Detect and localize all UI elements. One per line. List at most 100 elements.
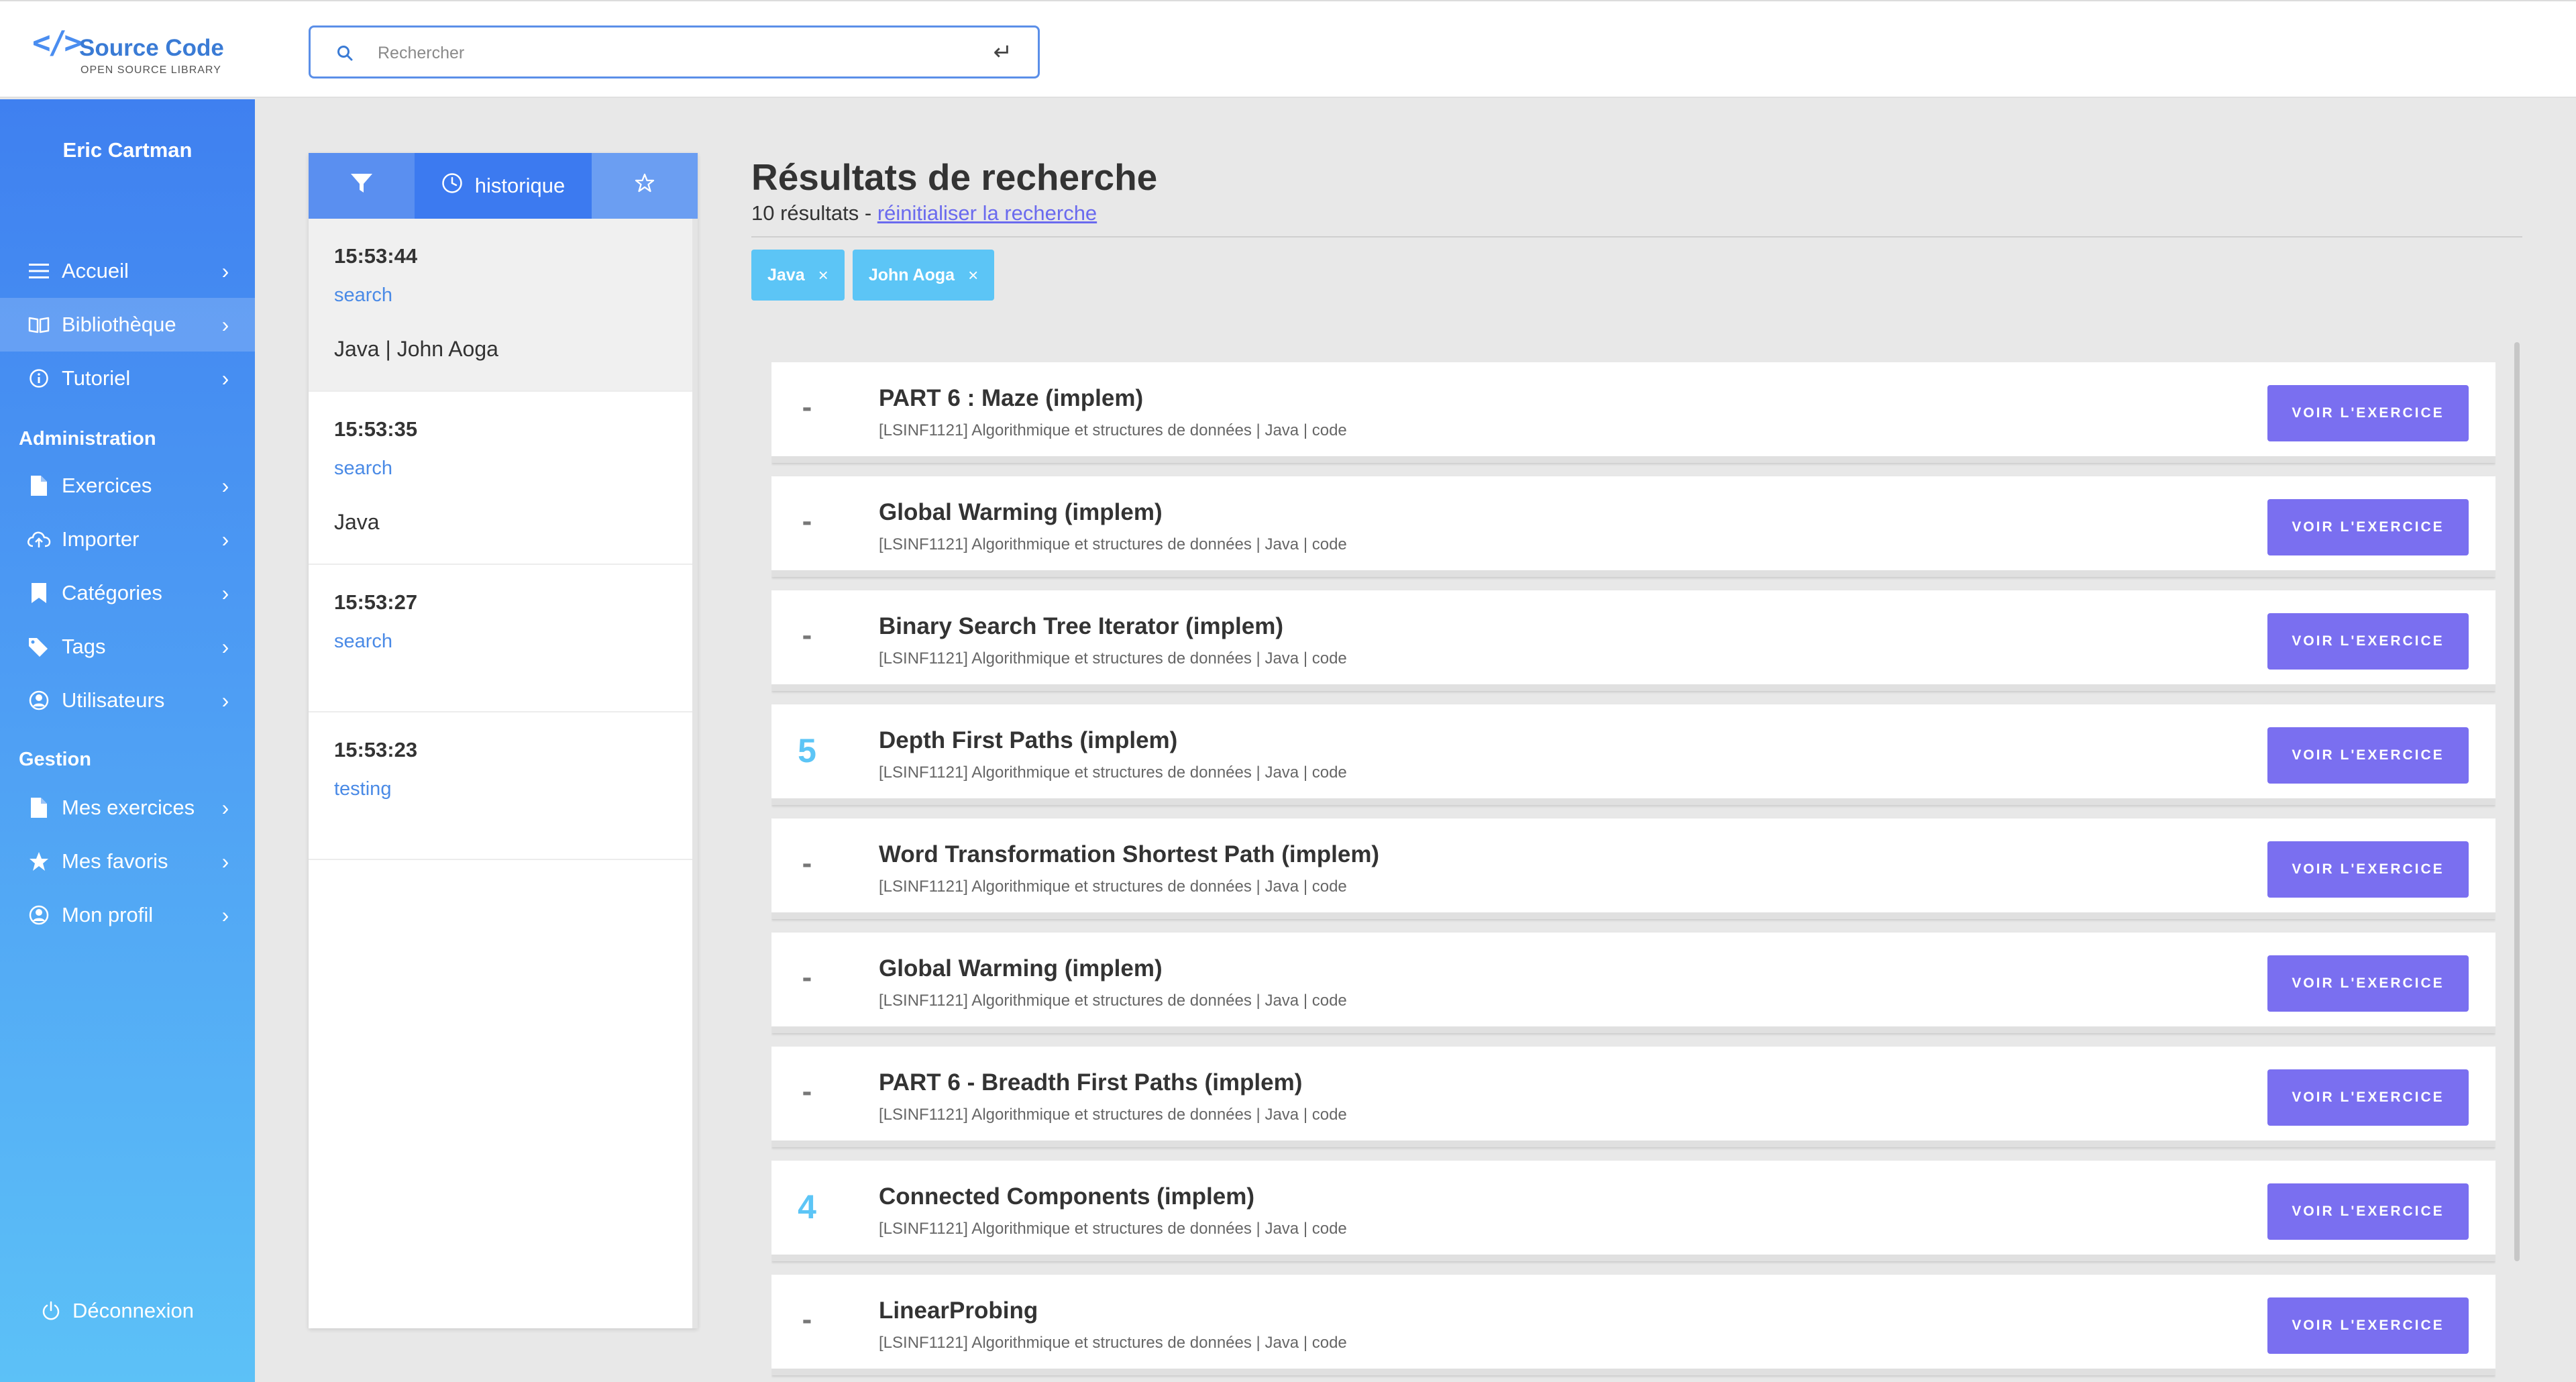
result-title: Global Warming (implem) (879, 499, 1163, 525)
sidebar-item-importer[interactable]: Importer › (0, 513, 255, 566)
sidebar-item-tags[interactable]: Tags › (0, 620, 255, 674)
sidebar-item-mes-favoris[interactable]: Mes favoris › (0, 835, 255, 888)
tab-historique[interactable]: historique (415, 153, 592, 219)
history-time: 15:53:23 (334, 738, 418, 761)
history-list: 15:53:44 search Java | John Aoga 15:53:3… (309, 219, 692, 860)
chevron-right-icon: › (221, 849, 229, 873)
sidebar-item-label: Mon profil (62, 903, 154, 926)
clock-icon (441, 172, 463, 199)
view-exercise-button[interactable]: VOIR L'EXERCICE (2267, 955, 2469, 1012)
result-meta: [LSINF1121] Algorithmique et structures … (879, 1334, 1347, 1352)
user-circle-icon (27, 903, 51, 927)
power-icon (39, 1299, 63, 1323)
close-icon[interactable]: × (818, 265, 828, 286)
chevron-right-icon: › (221, 902, 229, 927)
filter-icon (350, 172, 373, 199)
history-entry[interactable]: 15:53:44 search Java | John Aoga (309, 219, 692, 392)
results-count: 10 résultats - réinitialiser la recherch… (751, 201, 1097, 225)
history-time: 15:53:44 (334, 244, 418, 268)
result-meta: [LSINF1121] Algorithmique et structures … (879, 649, 1347, 668)
result-meta: [LSINF1121] Algorithmique et structures … (879, 421, 1347, 439)
chevron-right-icon: › (221, 527, 229, 551)
bookmark-icon (27, 581, 51, 605)
result-score: - (802, 1075, 812, 1108)
view-exercise-button[interactable]: VOIR L'EXERCICE (2267, 613, 2469, 670)
top-bar: </> Source Code OPEN SOURCE LIBRARY ↵ (0, 0, 2576, 98)
history-entry[interactable]: 15:53:23 testing (309, 712, 692, 860)
file-icon (27, 796, 51, 820)
filter-chip[interactable]: John Aoga × (852, 250, 995, 301)
results-scrollbar[interactable] (2514, 342, 2520, 1261)
view-exercise-button[interactable]: VOIR L'EXERCICE (2267, 499, 2469, 555)
chevron-right-icon: › (221, 312, 229, 337)
sidebar-item-categories[interactable]: Catégories › (0, 566, 255, 620)
menu-icon (27, 259, 51, 283)
chevron-right-icon: › (221, 473, 229, 498)
sidebar-item-mon-profil[interactable]: Mon profil › (0, 888, 255, 942)
user-circle-icon (27, 688, 51, 712)
sidebar: Eric Cartman Accueil › Bibliothèque › Tu… (0, 99, 255, 1382)
view-exercise-button[interactable]: VOIR L'EXERCICE (2267, 841, 2469, 898)
sidebar-item-tutoriel[interactable]: Tutoriel › (0, 352, 255, 405)
chevron-right-icon: › (221, 366, 229, 390)
result-card: - Binary Search Tree Iterator (implem) [… (771, 590, 2496, 691)
sidebar-item-utilisateurs[interactable]: Utilisateurs › (0, 674, 255, 727)
book-icon (27, 313, 51, 337)
view-exercise-button[interactable]: VOIR L'EXERCICE (2267, 385, 2469, 441)
history-entry[interactable]: 15:53:27 search (309, 565, 692, 712)
result-title: Binary Search Tree Iterator (implem) (879, 613, 1283, 639)
sidebar-item-bibliotheque[interactable]: Bibliothèque › (0, 298, 255, 352)
view-exercise-button[interactable]: VOIR L'EXERCICE (2267, 727, 2469, 784)
logout-button[interactable]: Déconnexion (39, 1299, 194, 1323)
section-title-administration: Administration (19, 428, 156, 449)
sidebar-item-accueil[interactable]: Accueil › (0, 244, 255, 298)
sidebar-item-label: Mes exercices (62, 796, 195, 819)
filter-chips: Java × John Aoga × (751, 250, 1002, 301)
logo[interactable]: </> Source Code OPEN SOURCE LIBRARY (32, 24, 233, 78)
page-title: Résultats de recherche (751, 156, 1158, 198)
result-title: PART 6 : Maze (implem) (879, 385, 1144, 411)
chip-label: Java (767, 265, 805, 284)
app-title: Source Code (79, 35, 224, 61)
search-input[interactable] (378, 40, 941, 66)
result-title: LinearProbing (879, 1297, 1038, 1324)
history-time: 15:53:35 (334, 417, 418, 441)
view-exercise-button[interactable]: VOIR L'EXERCICE (2267, 1069, 2469, 1126)
cloud-upload-icon (27, 527, 51, 551)
result-card: - Word Transformation Shortest Path (imp… (771, 818, 2496, 919)
app-subtitle: OPEN SOURCE LIBRARY (80, 64, 221, 76)
result-score: - (802, 1303, 812, 1336)
tab-filter[interactable] (309, 153, 415, 219)
result-meta: [LSINF1121] Algorithmique et structures … (879, 763, 1347, 782)
tab-favorites[interactable] (592, 153, 698, 219)
results-list: - PART 6 : Maze (implem) [LSINF1121] Alg… (771, 362, 2496, 1382)
result-meta: [LSINF1121] Algorithmique et structures … (879, 1106, 1347, 1124)
star-icon (27, 849, 51, 873)
enter-icon[interactable]: ↵ (994, 41, 1013, 64)
result-meta: [LSINF1121] Algorithmique et structures … (879, 878, 1347, 896)
result-score: - (802, 847, 812, 880)
reset-search-link[interactable]: réinitialiser la recherche (877, 201, 1097, 225)
filter-chip[interactable]: Java × (751, 250, 845, 301)
sidebar-item-label: Accueil (62, 259, 129, 282)
result-title: Word Transformation Shortest Path (imple… (879, 841, 1380, 867)
result-title: Connected Components (implem) (879, 1183, 1255, 1210)
chevron-right-icon: › (221, 688, 229, 712)
history-type: search (334, 458, 393, 479)
history-scrollbar[interactable] (692, 219, 698, 1328)
sidebar-item-exercices[interactable]: Exercices › (0, 459, 255, 513)
history-entry[interactable]: 15:53:35 search Java (309, 392, 692, 565)
view-exercise-button[interactable]: VOIR L'EXERCICE (2267, 1297, 2469, 1354)
chip-label: John Aoga (868, 265, 955, 284)
close-icon[interactable]: × (968, 265, 978, 286)
star-icon (635, 173, 655, 199)
history-type: search (334, 631, 393, 652)
sidebar-item-label: Utilisateurs (62, 688, 165, 712)
section-title-gestion: Gestion (19, 749, 91, 770)
sidebar-item-mes-exercices[interactable]: Mes exercices › (0, 781, 255, 835)
sidebar-item-label: Catégories (62, 581, 162, 604)
result-score: - (802, 504, 812, 537)
tags-icon (27, 635, 51, 659)
view-exercise-button[interactable]: VOIR L'EXERCICE (2267, 1183, 2469, 1240)
history-tabs: historique (309, 153, 698, 219)
